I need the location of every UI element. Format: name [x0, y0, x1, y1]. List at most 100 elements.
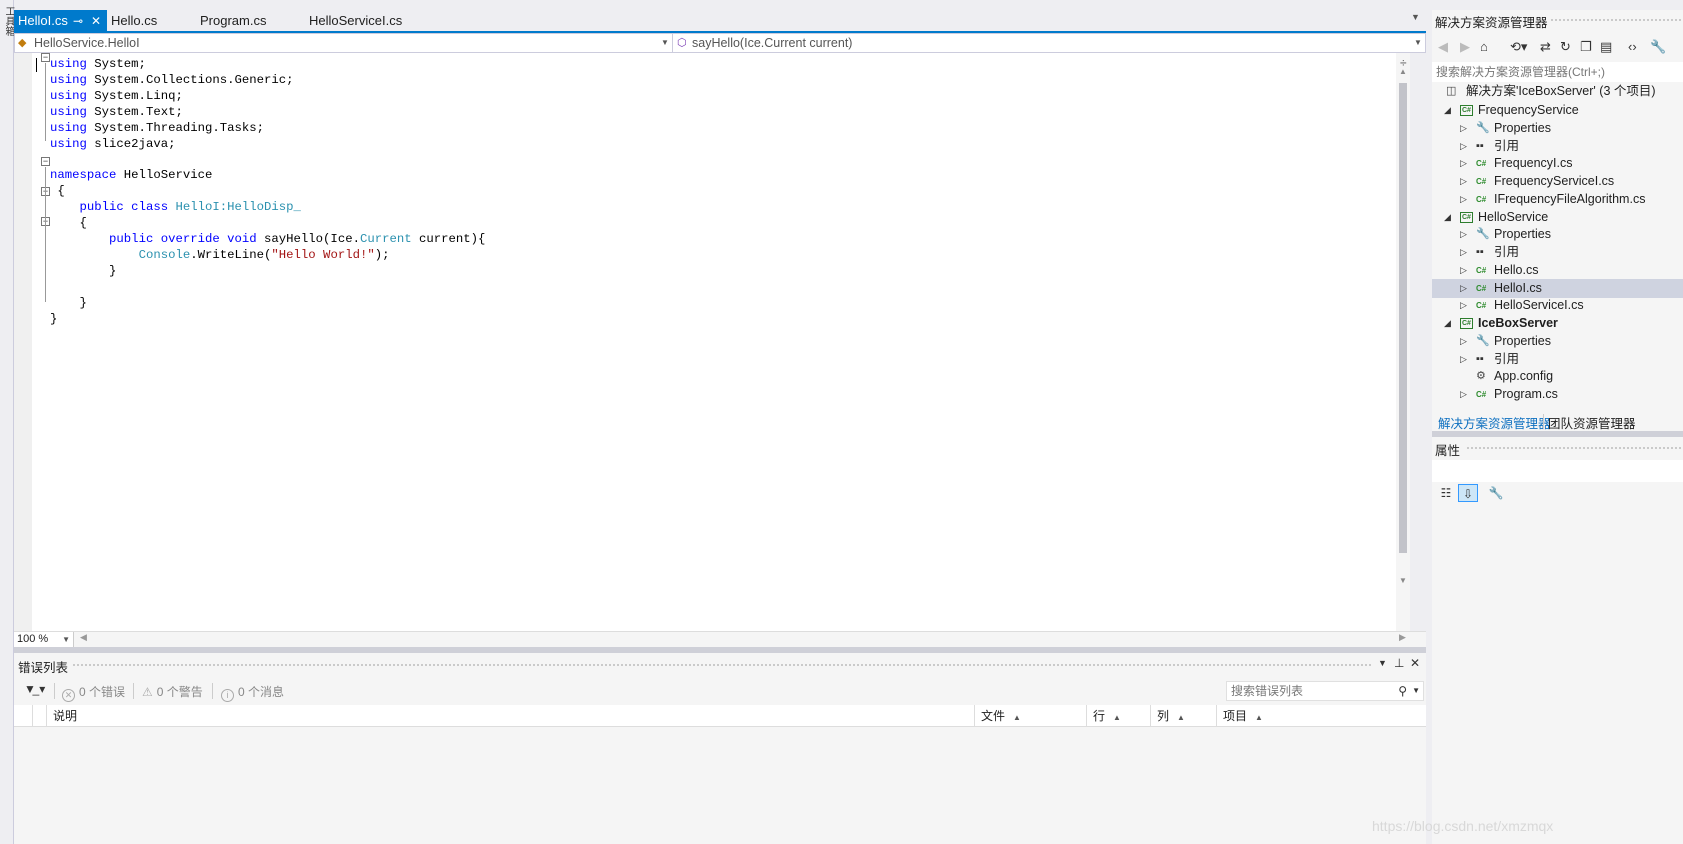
tree-item-cs[interactable]: ▷ C# IFrequencyFileAlgorithm.cs [1432, 190, 1683, 209]
code-token: sayHello(Ice. [256, 231, 360, 246]
tree-solution[interactable]: ◫ 解决方案'IceBoxServer' (3 个项目) [1432, 82, 1683, 101]
tab-solution-explorer[interactable]: 解决方案资源管理器 [1438, 413, 1551, 432]
column-header-icon[interactable] [14, 705, 32, 727]
tab-label: HelloI.cs [18, 13, 68, 28]
pin-icon[interactable]: ⊸ [73, 10, 83, 32]
expand-icon[interactable]: ▷ [1460, 225, 1467, 244]
close-icon[interactable]: ✕ [1410, 656, 1420, 670]
expand-icon[interactable]: ▷ [1460, 350, 1467, 369]
expand-icon[interactable]: ▷ [1460, 296, 1467, 315]
tree-item-cs[interactable]: ▷ C# HelloServiceI.cs [1432, 296, 1683, 315]
expand-icon[interactable]: ▷ [1460, 190, 1467, 209]
close-icon[interactable]: ✕ [91, 10, 101, 32]
show-all-files-icon[interactable]: ▤ [1600, 39, 1612, 55]
code-line: } [50, 296, 485, 312]
scroll-down-icon[interactable]: ▼ [1399, 576, 1407, 585]
tab-program-cs[interactable]: Program.cs [196, 10, 266, 32]
properties-object-selector[interactable] [1432, 460, 1683, 482]
expand-icon[interactable]: ▷ [1460, 119, 1467, 138]
references-icon: ▪▪ [1476, 352, 1484, 365]
error-list-search-input[interactable]: 搜索错误列表 ⚲ ▼ [1226, 681, 1424, 701]
expand-icon[interactable]: ▷ [1460, 172, 1467, 191]
view-code-icon[interactable]: ‹› [1628, 39, 1637, 54]
alphabetical-icon[interactable]: ⇩ [1458, 484, 1478, 502]
tab-team-explorer[interactable]: 团队资源管理器 [1548, 413, 1636, 432]
errors-filter-button[interactable]: ✕ 0 个错误 [62, 683, 125, 702]
filter-icon[interactable]: ▼̲ ▾ [24, 682, 45, 696]
tree-item-config[interactable]: ⚙ App.config [1432, 367, 1683, 386]
warnings-filter-button[interactable]: ⚠ 0 个警告 [142, 683, 203, 700]
panel-splitter[interactable] [1432, 431, 1683, 437]
categorized-icon[interactable]: ☷ [1436, 484, 1456, 502]
dropdown-icon[interactable]: ▼ [1378, 658, 1387, 668]
vertical-scrollbar[interactable]: ▲ ▼ [1396, 53, 1410, 631]
column-header-project[interactable]: 项目 ▲ [1216, 705, 1426, 727]
tab-hellois-cs[interactable]: HelloI.cs ⊸ ✕ [14, 10, 107, 32]
code-editor[interactable]: − − − − using System;using System.Collec… [14, 53, 1410, 631]
expand-icon[interactable]: ▷ [1460, 385, 1467, 404]
back-icon[interactable]: ◀ [1438, 39, 1448, 55]
expand-icon[interactable]: ▷ [1460, 261, 1467, 280]
tree-item-project[interactable]: ◢ C# IceBoxServer [1432, 314, 1683, 333]
history-icon[interactable]: ⟲▾ [1510, 39, 1527, 55]
scroll-left-icon[interactable]: ◀ [80, 632, 87, 643]
scrollbar-thumb[interactable] [1399, 83, 1407, 553]
tree-item-cs[interactable]: ▷ C# Program.cs [1432, 385, 1683, 404]
split-window-icon[interactable]: ÷ [1400, 56, 1407, 70]
code-text[interactable]: using System; using System.Collections.Ge… [50, 57, 485, 327]
property-pages-icon[interactable]: 🔧 [1486, 484, 1506, 502]
toolbox-tab[interactable]: 工具箱 [0, 0, 14, 844]
tree-item-properties[interactable]: ▷ 🔧 Properties [1432, 332, 1683, 351]
fold-toggle-icon[interactable]: − [41, 53, 50, 62]
code-line: } [50, 264, 485, 280]
expand-icon[interactable]: ▷ [1460, 243, 1467, 262]
scroll-right-icon[interactable]: ▶ [1399, 632, 1406, 643]
collapse-icon[interactable]: ◢ [1444, 314, 1451, 333]
expand-icon[interactable]: ▷ [1460, 137, 1467, 156]
tree-item-properties[interactable]: ▷ 🔧 Properties [1432, 225, 1683, 244]
tree-item-project[interactable]: ◢ C# HelloService [1432, 208, 1683, 227]
tree-item-references[interactable]: ▷ ▪▪ 引用 [1432, 243, 1683, 262]
tree-item-cs[interactable]: ▷ C# Hello.cs [1432, 261, 1683, 280]
tree-item-project[interactable]: ◢ C# FrequencyService [1432, 101, 1683, 120]
column-header-column[interactable]: 列 ▲ [1150, 705, 1216, 727]
collapse-icon[interactable]: ◢ [1444, 208, 1451, 227]
column-header-line[interactable]: 行 ▲ [1086, 705, 1150, 727]
refresh-icon[interactable]: ↻ [1560, 39, 1571, 55]
expand-icon[interactable]: ▷ [1460, 332, 1467, 351]
tree-item-references[interactable]: ▷ ▪▪ 引用 [1432, 137, 1683, 156]
properties-icon[interactable]: 🔧 [1650, 39, 1666, 55]
tree-item-cs[interactable]: ▷ C# FrequencyServiceI.cs [1432, 172, 1683, 191]
chevron-down-icon[interactable]: ▼ [1412, 682, 1420, 700]
expand-icon[interactable]: ▷ [1460, 154, 1467, 173]
column-header-code[interactable] [32, 705, 46, 727]
tab-overflow-icon[interactable]: ▼ [1411, 12, 1420, 22]
tree-label: FrequencyService [1478, 103, 1579, 117]
search-icon[interactable]: ⚲ [1398, 682, 1407, 700]
home-icon[interactable]: ⌂ [1480, 39, 1488, 54]
collapse-icon[interactable]: ◢ [1444, 101, 1451, 120]
tab-hello-cs[interactable]: Hello.cs [107, 10, 157, 32]
references-icon: ▪▪ [1476, 139, 1484, 152]
column-header-description[interactable]: 说明 [46, 705, 974, 727]
tree-item-properties[interactable]: ▷ 🔧 Properties [1432, 119, 1683, 138]
solution-search-input[interactable]: 搜索解决方案资源管理器(Ctrl+;) [1432, 62, 1683, 82]
forward-icon[interactable]: ▶ [1460, 39, 1470, 55]
column-header-file[interactable]: 文件 ▲ [974, 705, 1086, 727]
tree-label: HelloServiceI.cs [1494, 298, 1584, 313]
fold-toggle-icon[interactable]: − [41, 157, 50, 166]
tree-item-cs[interactable]: ▷ C# FrequencyI.cs [1432, 154, 1683, 173]
code-token: System.Text; [86, 104, 183, 119]
properties-title: 属性 [1435, 444, 1461, 458]
collapse-all-icon[interactable]: ❐ [1580, 39, 1592, 55]
messages-filter-button[interactable]: i 0 个消息 [221, 683, 284, 702]
sync-icon[interactable]: ⇄ [1540, 39, 1551, 55]
expand-icon[interactable]: ▷ [1460, 279, 1467, 298]
type-selector[interactable]: ◆ HelloService.HelloI ▼ [15, 34, 672, 52]
tab-helloservicei-cs[interactable]: HelloServiceI.cs [305, 10, 402, 32]
tree-item-cs[interactable]: ▷ C# HelloI.cs [1432, 278, 1683, 298]
tree-item-references[interactable]: ▷ ▪▪ 引用 [1432, 350, 1683, 369]
pin-icon[interactable]: ⊥ [1394, 656, 1404, 670]
zoom-selector[interactable]: 100 % ▼ [14, 632, 74, 647]
member-selector[interactable]: ⬡ sayHello(Ice.Current current) ▼ [673, 34, 1425, 52]
